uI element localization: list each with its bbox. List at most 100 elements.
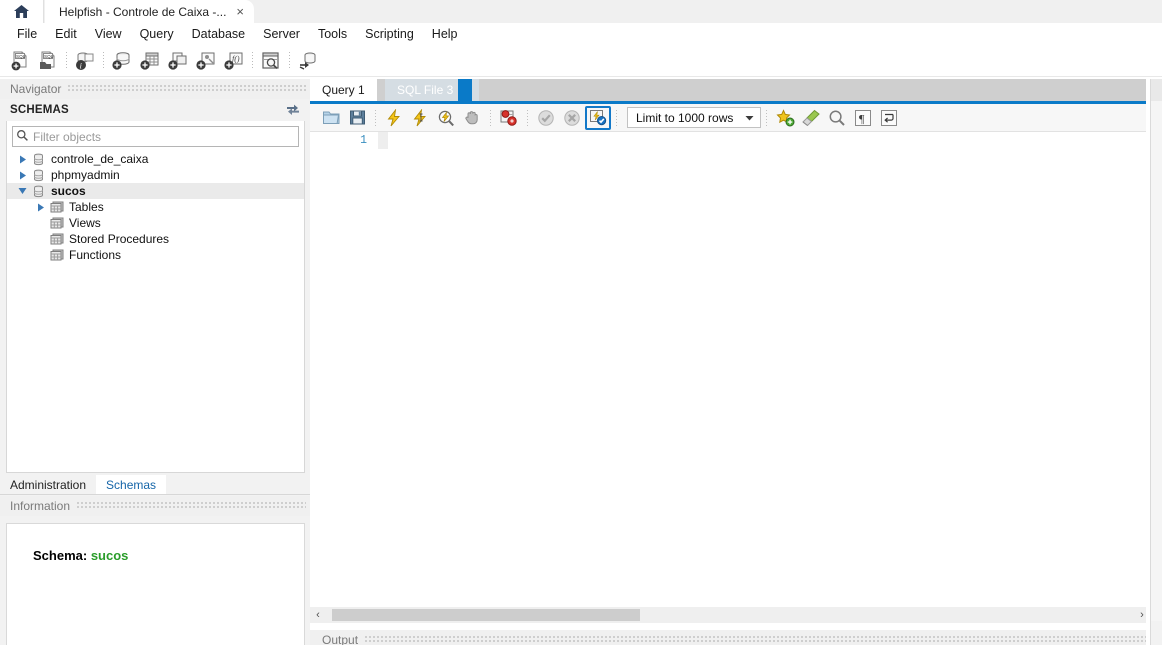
save-script-icon[interactable] [344,106,370,130]
schema-icon [32,169,47,182]
menu-item-server[interactable]: Server [254,25,309,43]
toolbar-separator [66,51,67,70]
editor-toolbar-separator [527,109,528,126]
stop-execution-icon[interactable] [459,106,485,130]
right-panel-header [1151,79,1162,101]
create-procedure-icon[interactable] [192,47,220,75]
reconnect-server-icon[interactable] [294,47,322,75]
connection-info-icon[interactable]: i [71,47,99,75]
add-snippet-icon[interactable] [772,106,798,130]
menu-item-database[interactable]: Database [183,25,255,43]
scroll-left-arrow-icon[interactable]: ‹ [310,607,326,623]
document-tab[interactable]: Helpfish - Controle de Caixa -... × [45,0,254,23]
execute-current-statement-icon[interactable] [407,106,433,130]
sidebar-bottom-tabs: Administration Schemas [0,475,310,495]
search-data-icon[interactable] [257,47,285,75]
chevron-down-icon[interactable] [17,187,28,195]
schema-info-value: sucos [90,548,129,563]
new-sql-tab-icon[interactable]: SQL [6,47,34,75]
schema-tree-item-label: Tables [69,200,104,214]
schemas-header: SCHEMAS [0,99,310,121]
information-panel-body: Schema: sucos [6,523,305,645]
tab-schemas[interactable]: Schemas [96,475,167,494]
right-panel-body [1151,101,1162,621]
editor-toolbar-separator [766,109,768,126]
schema-tree-item-label: Views [69,216,101,230]
editor-horizontal-scrollbar[interactable]: ‹ › [310,607,1150,623]
chevron-right-icon[interactable] [17,155,28,164]
rollback-icon[interactable] [559,106,585,130]
create-table-icon[interactable] [136,47,164,75]
header-dots [76,502,306,510]
menu-item-query[interactable]: Query [131,25,183,43]
open-sql-script-icon[interactable]: SQL [34,47,62,75]
filter-objects-input[interactable] [33,129,298,144]
schema-tree-item-label: Stored Procedures [69,232,170,246]
create-function-icon[interactable]: f() [220,47,248,75]
chevron-right-icon[interactable] [17,171,28,180]
schema-tree-item-label: phpmyadmin [51,168,120,182]
folder-grid-icon [50,201,65,213]
toggle-invisible-chars-icon[interactable]: ¶ [850,106,876,130]
schema-tree-item-functions[interactable]: Functions [7,247,304,263]
open-script-icon[interactable] [318,106,344,130]
folder-grid-icon [50,217,65,229]
mysql-workbench-window: Helpfish - Controle de Caixa -... × File… [0,0,1162,645]
commit-icon[interactable] [533,106,559,130]
close-icon[interactable]: × [236,5,244,18]
sql-editor-input[interactable] [388,132,1150,607]
schema-info-line: Schema: sucos [33,548,304,563]
editor-toolbar-separator [375,109,376,126]
create-view-icon[interactable] [164,47,192,75]
chevron-right-icon[interactable] [35,203,46,212]
refresh-icon[interactable] [286,103,300,118]
menu-bar: File Edit View Query Database Server Too… [0,23,1162,45]
schema-tree-item-sucos[interactable]: sucos [7,183,304,199]
navigator-title: Navigator [10,82,62,96]
schema-tree-item-controle-de-caixa[interactable]: controle_de_caixa [7,151,304,167]
menu-item-file[interactable]: File [8,25,46,43]
toolbar-separator [103,51,104,70]
schema-icon [32,153,47,166]
menu-item-view[interactable]: View [86,25,131,43]
output-title: Output [322,633,359,645]
svg-text:¶: ¶ [859,111,865,125]
svg-text:f(): f() [232,54,240,63]
query-tab-accent [458,79,472,101]
schema-tree-item-stored-procedures[interactable]: Stored Procedures [7,231,304,247]
menu-item-tools[interactable]: Tools [309,25,356,43]
schema-tree-item-views[interactable]: Views [7,215,304,231]
beautify-query-icon[interactable] [798,106,824,130]
toggle-stop-on-error-icon[interactable] [496,106,522,130]
schema-tree-item-phpmyadmin[interactable]: phpmyadmin [7,167,304,183]
navigator-panel-header: Navigator [0,79,310,99]
menu-item-help[interactable]: Help [423,25,467,43]
information-title: Information [10,499,71,513]
schema-icon [32,185,47,198]
menu-item-scripting[interactable]: Scripting [356,25,423,43]
query-editor-area: Query 1 SQL File 3 × [310,79,1150,645]
execute-statement-icon[interactable] [381,106,407,130]
header-dots [67,85,306,93]
schema-tree-item-label: Functions [69,248,122,262]
query-tab-query-1[interactable]: Query 1 [310,79,377,101]
create-schema-icon[interactable] [108,47,136,75]
line-number-gutter: 1 [310,132,378,607]
find-icon[interactable] [824,106,850,130]
home-tab[interactable] [0,0,44,23]
scrollbar-thumb[interactable] [332,609,640,621]
filter-objects-box[interactable] [12,126,299,147]
tab-administration[interactable]: Administration [0,475,96,494]
row-limit-select[interactable]: Limit to 1000 rows [627,107,762,128]
scrollbar-track[interactable] [326,609,1134,621]
gutter-band [378,132,388,149]
svg-text:SQL: SQL [16,54,26,59]
menu-item-edit[interactable]: Edit [46,25,86,43]
toggle-wrapping-icon[interactable] [876,106,902,130]
schema-tree-item-label: controle_de_caixa [51,152,149,166]
chevron-down-icon[interactable] [741,115,757,121]
explain-statement-icon[interactable] [433,106,459,130]
schema-tree-item-tables[interactable]: Tables [7,199,304,215]
navigator-sidebar: Navigator SCHEMAS Filter objects control… [0,79,310,645]
toggle-autocommit-icon[interactable] [585,105,611,130]
